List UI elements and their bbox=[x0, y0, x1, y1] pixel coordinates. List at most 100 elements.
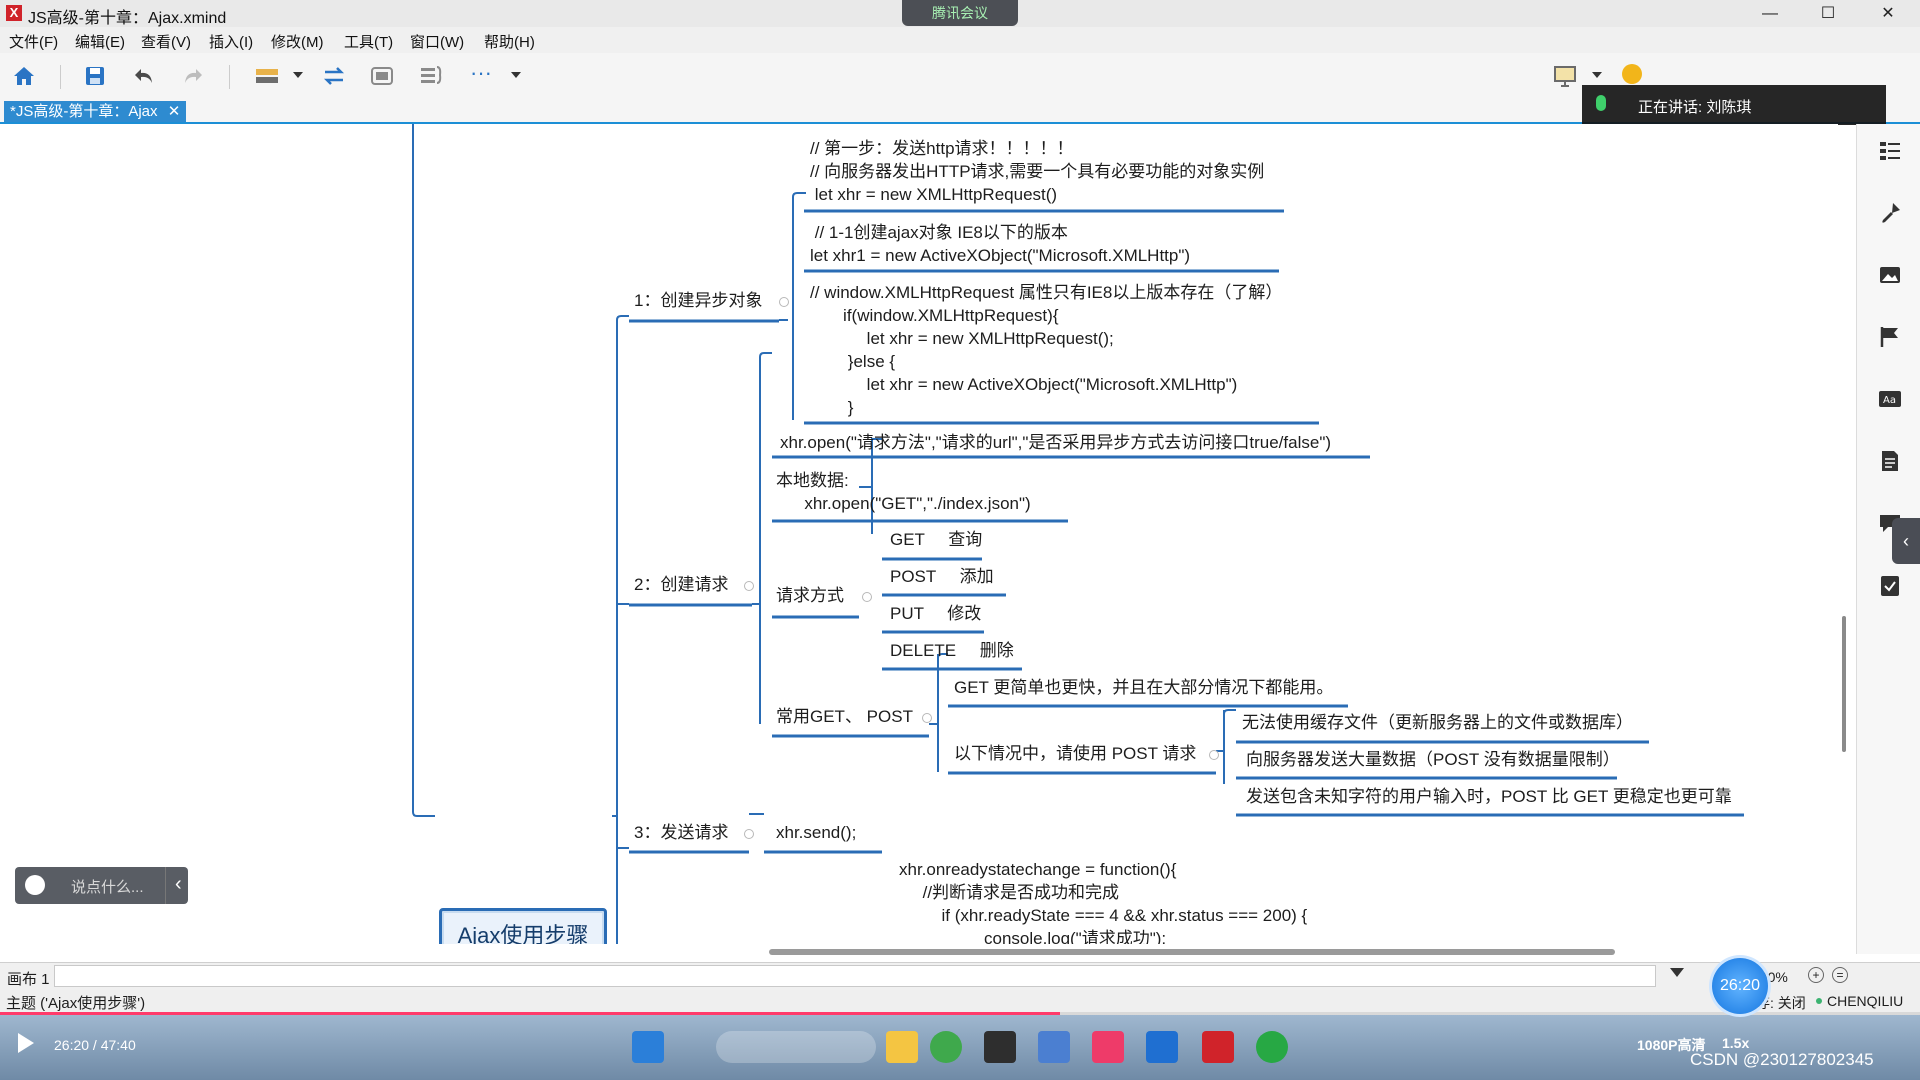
menu-view[interactable]: 查看(V) bbox=[141, 31, 191, 52]
post-case-unknown-chars[interactable]: 发送包含未知字符的用户输入时，POST 比 GET 更稳定也更可靠 bbox=[1246, 785, 1732, 808]
menu-modify[interactable]: 修改(M) bbox=[271, 31, 324, 52]
method-post[interactable]: POST 添加 bbox=[890, 565, 994, 588]
speed-selector[interactable]: 1.5x bbox=[1722, 1035, 1749, 1051]
play-icon[interactable] bbox=[18, 1033, 34, 1053]
post-cases-node[interactable]: 以下情况中，请使用 POST 请求 bbox=[954, 742, 1196, 765]
chat-input-box[interactable]: 说点什么... ‹ bbox=[15, 867, 188, 904]
collapse-toggle-icon[interactable] bbox=[1209, 750, 1219, 760]
branch-create-object[interactable]: 1：创建异步对象 bbox=[634, 289, 762, 312]
zoom-fit-icon[interactable]: = bbox=[1832, 967, 1848, 983]
toolbar-divider bbox=[60, 65, 61, 89]
collapse-toggle-icon[interactable] bbox=[922, 713, 932, 723]
method-get[interactable]: GET 查询 bbox=[890, 528, 982, 551]
undo-icon[interactable] bbox=[131, 63, 157, 89]
request-methods-node[interactable]: 请求方式 bbox=[776, 584, 844, 607]
idea-icon[interactable] bbox=[1622, 64, 1642, 84]
xmind-app-icon: X bbox=[6, 5, 22, 21]
notes-icon[interactable] bbox=[1877, 448, 1903, 474]
save-icon[interactable] bbox=[82, 63, 108, 89]
filter-icon[interactable] bbox=[1670, 968, 1684, 977]
collapse-toggle-icon[interactable] bbox=[779, 297, 789, 307]
file-explorer-icon[interactable] bbox=[886, 1031, 918, 1063]
menu-tools[interactable]: 工具(T) bbox=[344, 31, 393, 52]
user-name[interactable]: CHENQILIU bbox=[1827, 993, 1903, 1009]
chevron-down-icon[interactable] bbox=[1592, 72, 1602, 78]
method-delete[interactable]: DELETE 删除 bbox=[890, 639, 1014, 662]
close-button[interactable]: ✕ bbox=[1868, 2, 1908, 26]
menu-bar: 文件(F) 编辑(E) 查看(V) 插入(I) 修改(M) 工具(T) 窗口(W… bbox=[0, 27, 1920, 53]
chat-collapse-icon[interactable]: ‹ bbox=[175, 873, 182, 896]
playback-time-bubble[interactable]: 26:20 bbox=[1712, 958, 1768, 1014]
image-icon[interactable] bbox=[1877, 262, 1903, 288]
microphone-icon bbox=[1596, 95, 1606, 111]
font-icon[interactable]: Aa bbox=[1877, 386, 1903, 412]
chevron-down-icon[interactable] bbox=[511, 72, 521, 78]
chat-divider bbox=[165, 867, 166, 904]
browser-icon[interactable] bbox=[930, 1031, 962, 1063]
photos-icon[interactable] bbox=[1038, 1031, 1070, 1063]
local-data-node[interactable]: 本地数据: xhr.open("GET","./index.json") bbox=[776, 469, 1031, 515]
central-topic[interactable]: Ajax使用步骤 bbox=[439, 908, 607, 944]
collapse-toggle-icon[interactable] bbox=[744, 829, 754, 839]
maximize-button[interactable]: ☐ bbox=[1808, 2, 1848, 26]
tab-close-icon[interactable]: ✕ bbox=[168, 103, 181, 120]
xmind-taskbar-icon[interactable] bbox=[1202, 1031, 1234, 1063]
onreadystatechange-node[interactable]: xhr.onreadystatechange = function(){ //判… bbox=[899, 858, 1307, 944]
code-node-ie8[interactable]: // 1-1创建ajax对象 IE8以下的版本 let xhr1 = new A… bbox=[810, 221, 1190, 267]
chevron-down-icon[interactable] bbox=[293, 72, 303, 78]
presentation-icon[interactable] bbox=[1552, 63, 1578, 89]
minimize-button[interactable]: — bbox=[1750, 2, 1790, 26]
branch-create-request[interactable]: 2：创建请求 bbox=[634, 573, 728, 596]
csdn-watermark: CSDN @230127802345 bbox=[1690, 1050, 1874, 1069]
meeting-badge[interactable]: 腾讯会议 bbox=[902, 0, 1018, 26]
get-note-node[interactable]: GET 更简单也更快，并且在大部分情况下都能用。 bbox=[954, 676, 1333, 699]
summary-icon[interactable] bbox=[418, 63, 444, 89]
send-app-icon[interactable] bbox=[1092, 1031, 1124, 1063]
redo-icon[interactable] bbox=[180, 63, 206, 89]
zoom-in-icon[interactable]: + bbox=[1808, 967, 1824, 983]
tab-ajax[interactable]: *JS高级-第十章：Ajax ✕ bbox=[4, 101, 187, 122]
menu-file[interactable]: 文件(F) bbox=[9, 31, 58, 52]
collapse-toggle-icon[interactable] bbox=[862, 592, 872, 602]
vscode-icon[interactable] bbox=[1146, 1031, 1178, 1063]
terminal-icon[interactable] bbox=[984, 1031, 1016, 1063]
sheet-name-field[interactable] bbox=[54, 965, 1656, 987]
menu-insert[interactable]: 插入(I) bbox=[209, 31, 253, 52]
relationship-icon[interactable] bbox=[321, 63, 347, 89]
menu-window[interactable]: 窗口(W) bbox=[410, 31, 464, 52]
boundary-icon[interactable] bbox=[369, 63, 395, 89]
code-node-step1[interactable]: // 第一步：发送http请求！！！！！ // 向服务器发出HTTP请求,需要一… bbox=[810, 137, 1264, 206]
format-brush-icon[interactable] bbox=[1877, 200, 1903, 226]
common-methods-node[interactable]: 常用GET、 POST bbox=[776, 705, 913, 728]
menu-help[interactable]: 帮助(H) bbox=[484, 31, 535, 52]
wechat-icon[interactable] bbox=[1256, 1031, 1288, 1063]
sidebar-collapse-button[interactable]: ‹ bbox=[1892, 518, 1920, 564]
more-icon[interactable]: ··· bbox=[468, 62, 494, 89]
collapse-toggle-icon[interactable] bbox=[744, 581, 754, 591]
speaking-text: 正在讲话: 刘陈琪 bbox=[1638, 99, 1752, 116]
code-node-compat[interactable]: // window.XMLHttpRequest 属性只有IE8以上版本存在（了… bbox=[810, 281, 1282, 419]
vertical-scrollbar[interactable] bbox=[1842, 616, 1846, 752]
home-icon[interactable] bbox=[11, 63, 37, 89]
send-node[interactable]: xhr.send(); bbox=[776, 821, 856, 844]
flag-icon[interactable] bbox=[1877, 324, 1903, 350]
horizontal-scrollbar[interactable] bbox=[769, 949, 1615, 955]
outline-icon[interactable] bbox=[1877, 138, 1903, 164]
branch-send-request[interactable]: 3：发送请求 bbox=[634, 821, 728, 844]
video-time: 26:20 / 47:40 bbox=[54, 1037, 136, 1053]
sheet-tab[interactable]: 画布 1 bbox=[7, 968, 50, 989]
windows-start-icon[interactable] bbox=[632, 1031, 664, 1063]
menu-edit[interactable]: 编辑(E) bbox=[75, 31, 125, 52]
mindmap-canvas[interactable]: Ajax使用步骤 1：创建异步对象 // 第一步：发送http请求！！！！！ /… bbox=[4, 124, 1838, 944]
post-case-large-data[interactable]: 向服务器发送大量数据（POST 没有数据量限制） bbox=[1246, 748, 1620, 771]
topic-style-icon[interactable] bbox=[254, 63, 280, 89]
search-bar[interactable] bbox=[716, 1031, 876, 1063]
chat-placeholder[interactable]: 说点什么... bbox=[71, 876, 144, 897]
task-icon[interactable] bbox=[1877, 572, 1903, 598]
post-case-cache[interactable]: 无法使用缓存文件（更新服务器上的文件或数据库） bbox=[1242, 711, 1633, 734]
emoji-icon[interactable] bbox=[25, 875, 45, 895]
open-node[interactable]: xhr.open("请求方法","请求的url","是否采用异步方式去访问接口t… bbox=[780, 431, 1331, 454]
method-put[interactable]: PUT 修改 bbox=[890, 602, 981, 625]
video-player-bar: 26:20 / 47:40 1080P高清 1.5x bbox=[0, 1015, 1920, 1080]
online-dot-icon bbox=[1816, 998, 1822, 1004]
